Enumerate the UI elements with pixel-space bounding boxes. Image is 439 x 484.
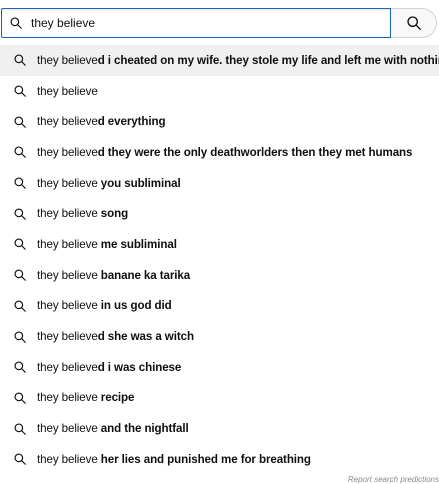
suggestion-prefix: they believe (37, 176, 98, 190)
suggestion-prefix: they believe (37, 237, 98, 251)
suggestion-item[interactable]: they believe banane ka tarika (0, 260, 439, 291)
search-icon (14, 330, 26, 343)
suggestion-item[interactable]: they believed everything (0, 106, 439, 137)
search-box[interactable] (1, 8, 391, 38)
search-icon (14, 85, 26, 97)
suggestion-text: they believe recipe (37, 391, 134, 404)
suggestion-text: they believed she was a witch (37, 330, 194, 343)
suggestion-prefix: they believe (37, 299, 98, 313)
suggestion-prefix: they believe (37, 84, 98, 98)
search-bar (0, 8, 439, 38)
suggestion-completion: in us god did (97, 299, 172, 313)
suggestion-prefix: they believe (37, 360, 98, 374)
suggestion-item[interactable]: they believe recipe (0, 383, 439, 414)
suggestion-item[interactable]: they believe song (0, 198, 439, 229)
report-search-predictions-link[interactable]: Report search predictions (348, 475, 439, 484)
suggestion-text: they believed i cheated on my wife. they… (37, 54, 439, 67)
suggestion-item[interactable]: they believe you subliminal (0, 168, 439, 199)
suggestion-prefix: they believe (37, 452, 98, 466)
suggestion-text: they believed they were the only deathwo… (37, 146, 412, 159)
search-input[interactable] (31, 9, 381, 37)
search-icon (14, 116, 26, 128)
search-icon (14, 361, 26, 374)
search-icon (14, 453, 26, 466)
suggestion-text: they believe and the nightfall (37, 422, 189, 435)
suggestion-text: they believe me subliminal (37, 238, 177, 251)
suggestion-prefix: they believe (37, 422, 98, 436)
suggestion-item[interactable]: they believed i cheated on my wife. they… (0, 45, 439, 76)
suggestion-prefix: they believe (37, 268, 98, 282)
search-icon (10, 17, 22, 29)
search-icon (14, 238, 26, 251)
suggestion-item[interactable]: they believe and the nightfall (0, 413, 439, 444)
suggestion-item[interactable]: they believed they were the only deathwo… (0, 137, 439, 168)
search-icon (406, 16, 421, 30)
suggestion-item[interactable]: they believe me subliminal (0, 229, 439, 260)
suggestion-prefix: they believe (37, 391, 98, 405)
search-icon (14, 423, 26, 435)
suggestion-completion: d everything (97, 115, 166, 129)
suggestion-completion: me subliminal (97, 237, 177, 251)
suggestion-completion: song (97, 207, 129, 221)
search-icon (14, 177, 26, 189)
suggestion-prefix: they believe (37, 207, 98, 221)
search-icon (14, 269, 26, 281)
suggestion-text: they believe her lies and punished me fo… (37, 453, 311, 466)
suggestion-completion: d i cheated on my wife. they stole my li… (97, 53, 439, 67)
search-icon (14, 300, 26, 312)
suggestion-completion: banane ka tarika (97, 268, 191, 282)
suggestion-completion: d i was chinese (97, 360, 182, 374)
search-icon (14, 208, 26, 220)
suggestion-text: they believed everything (37, 115, 166, 129)
search-button[interactable] (391, 8, 437, 38)
suggestion-text: they believe you subliminal (37, 177, 181, 190)
suggestion-completion: d she was a witch (97, 330, 194, 344)
suggestion-prefix: they believe (37, 330, 98, 344)
suggestion-prefix: they believe (37, 115, 98, 129)
suggestion-completion: and the nightfall (97, 422, 189, 436)
suggestion-text: they believe banane ka tarika (37, 269, 190, 282)
suggestion-completion: you subliminal (97, 176, 181, 190)
search-icon (14, 146, 26, 159)
suggestion-completion: recipe (97, 391, 135, 405)
search-icon (14, 54, 26, 67)
suggestion-text: they believe song (37, 207, 128, 220)
suggestion-text: they believed i was chinese (37, 361, 181, 374)
suggestion-prefix: they believe (37, 53, 98, 67)
search-icon (14, 392, 26, 404)
suggestion-item[interactable]: they believed i was chinese (0, 352, 439, 383)
suggestion-item[interactable]: they believe in us god did (0, 291, 439, 322)
suggestion-text: they believe (37, 85, 98, 98)
suggestion-completion: d they were the only deathworlders then … (97, 145, 413, 159)
suggestion-item[interactable]: they believe her lies and punished me fo… (0, 444, 439, 475)
suggestion-completion: her lies and punished me for breathing (97, 452, 311, 466)
suggestion-item[interactable]: they believe (0, 76, 439, 107)
suggestion-prefix: they believe (37, 145, 98, 159)
suggestion-item[interactable]: they believed she was a witch (0, 321, 439, 352)
suggestion-list: they believed i cheated on my wife. they… (0, 45, 439, 475)
suggestion-text: they believe in us god did (37, 299, 172, 312)
